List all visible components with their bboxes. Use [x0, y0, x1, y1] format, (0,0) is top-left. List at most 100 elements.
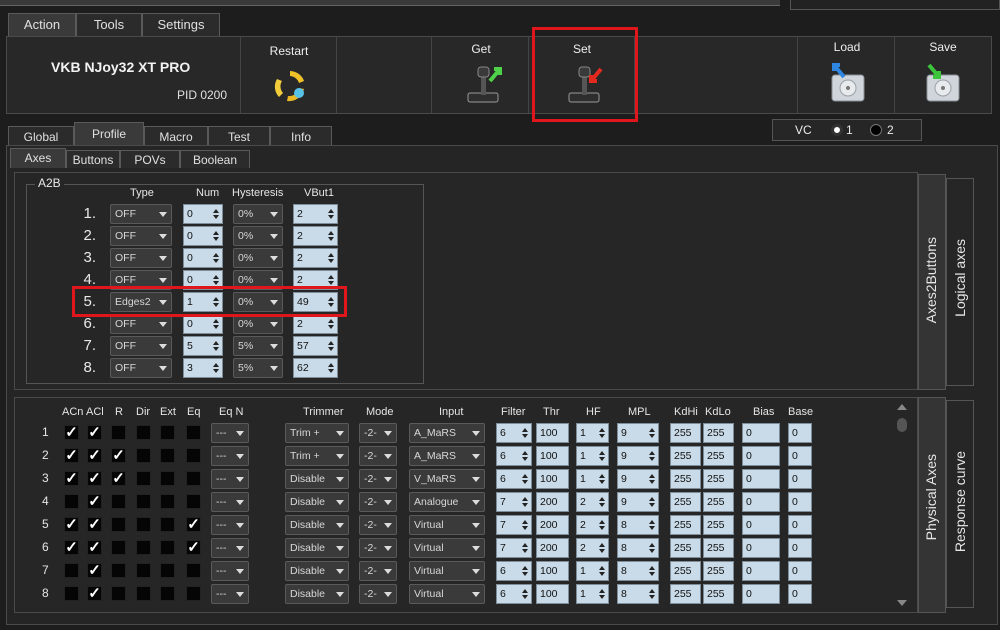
phys-input-dropdown[interactable]: Virtual — [409, 561, 485, 581]
phys-mpl-stepper[interactable]: 8 — [617, 515, 659, 535]
phys-base-field[interactable]: 0 — [788, 515, 812, 535]
phys-eqn-dropdown[interactable]: --- — [211, 469, 249, 489]
phys-kdhi-field[interactable]: 255 — [670, 469, 701, 489]
phys-hf-stepper[interactable]: 1 — [576, 469, 609, 489]
a2b-type-dropdown[interactable]: OFF — [110, 248, 172, 268]
phys-bias-field[interactable]: 0 — [742, 469, 780, 489]
phys-filter-stepper[interactable]: 7 — [496, 492, 532, 512]
phys-trimmer-dropdown[interactable]: Disable — [285, 515, 349, 535]
a2b-hysteresis-dropdown[interactable]: 0% — [233, 226, 283, 246]
phys-eqn-dropdown[interactable]: --- — [211, 515, 249, 535]
a2b-num-stepper[interactable]: 0 — [183, 204, 223, 224]
checkbox-acn-checked[interactable]: ✓ — [64, 425, 79, 440]
a2b-num-stepper-down-arrow-icon[interactable] — [213, 237, 219, 241]
checkbox-ext[interactable] — [160, 471, 175, 486]
subtab-axes[interactable]: Axes — [10, 148, 66, 168]
phys-hf-stepper[interactable]: 1 — [576, 561, 609, 581]
checkbox-dir[interactable] — [136, 471, 151, 486]
get-button[interactable]: Get — [431, 37, 529, 113]
phys-hf-stepper[interactable]: 1 — [576, 423, 609, 443]
phys-filter-stepper-down-arrow-icon[interactable] — [522, 503, 528, 507]
a2b-type-dropdown[interactable]: OFF — [110, 358, 172, 378]
a2b-vbut1-stepper-up-arrow-icon[interactable] — [328, 275, 334, 279]
phys-input-dropdown[interactable]: A_MaRS — [409, 423, 485, 443]
phys-hf-stepper-up-arrow-icon[interactable] — [599, 428, 605, 432]
phys-filter-stepper-up-arrow-icon[interactable] — [522, 428, 528, 432]
a2b-num-stepper-down-arrow-icon[interactable] — [213, 215, 219, 219]
phys-mode-dropdown[interactable]: -2- — [359, 469, 397, 489]
phys-input-dropdown[interactable]: Virtual — [409, 515, 485, 535]
phys-base-field[interactable]: 0 — [788, 469, 812, 489]
phys-filter-stepper-up-arrow-icon[interactable] — [522, 520, 528, 524]
phys-hf-stepper-up-arrow-icon[interactable] — [599, 497, 605, 501]
checkbox-dir[interactable] — [136, 448, 151, 463]
a2b-num-stepper[interactable]: 0 — [183, 248, 223, 268]
phys-hf-stepper-down-arrow-icon[interactable] — [599, 434, 605, 438]
checkbox-acl-checked[interactable]: ✓ — [87, 448, 102, 463]
phys-input-dropdown[interactable]: V_MaRS — [409, 469, 485, 489]
a2b-vbut1-stepper-down-arrow-icon[interactable] — [328, 259, 334, 263]
phys-kdlo-field[interactable]: 255 — [703, 538, 734, 558]
phys-mode-dropdown[interactable]: -2- — [359, 515, 397, 535]
phys-kdlo-field[interactable]: 255 — [703, 561, 734, 581]
checkbox-acn-checked[interactable]: ✓ — [64, 540, 79, 555]
checkbox-eq[interactable] — [186, 563, 201, 578]
checkbox-acn-checked[interactable]: ✓ — [64, 517, 79, 532]
phys-mpl-stepper-up-arrow-icon[interactable] — [649, 497, 655, 501]
phys-trimmer-dropdown[interactable]: Disable — [285, 584, 349, 604]
phys-hf-stepper-up-arrow-icon[interactable] — [599, 474, 605, 478]
phys-mpl-stepper-up-arrow-icon[interactable] — [649, 474, 655, 478]
phys-hf-stepper-down-arrow-icon[interactable] — [599, 457, 605, 461]
phys-base-field[interactable]: 0 — [788, 492, 812, 512]
phys-hf-stepper[interactable]: 1 — [576, 584, 609, 604]
checkbox-acn[interactable] — [64, 494, 79, 509]
phys-mode-dropdown[interactable]: -2- — [359, 492, 397, 512]
tab-settings[interactable]: Settings — [142, 13, 220, 37]
a2b-vbut1-stepper-up-arrow-icon[interactable] — [328, 319, 334, 323]
a2b-vbut1-stepper-up-arrow-icon[interactable] — [328, 231, 334, 235]
a2b-vbut1-stepper[interactable]: 2 — [293, 226, 338, 246]
vc-radio-1[interactable] — [831, 124, 843, 136]
phys-filter-stepper-down-arrow-icon[interactable] — [522, 595, 528, 599]
checkbox-r-checked[interactable]: ✓ — [111, 471, 126, 486]
a2b-hysteresis-dropdown[interactable]: 0% — [233, 248, 283, 268]
a2b-vbut1-stepper-down-arrow-icon[interactable] — [328, 237, 334, 241]
tab-profile[interactable]: Profile — [74, 122, 144, 146]
phys-filter-stepper[interactable]: 6 — [496, 423, 532, 443]
phys-mpl-stepper-down-arrow-icon[interactable] — [649, 434, 655, 438]
phys-mpl-stepper-down-arrow-icon[interactable] — [649, 572, 655, 576]
phys-hf-stepper-down-arrow-icon[interactable] — [599, 503, 605, 507]
checkbox-ext[interactable] — [160, 517, 175, 532]
phys-base-field[interactable]: 0 — [788, 584, 812, 604]
checkbox-eq-checked[interactable]: ✓ — [186, 540, 201, 555]
phys-bias-field[interactable]: 0 — [742, 492, 780, 512]
a2b-vbut1-stepper-down-arrow-icon[interactable] — [328, 347, 334, 351]
phys-eqn-dropdown[interactable]: --- — [211, 446, 249, 466]
checkbox-r[interactable] — [111, 563, 126, 578]
checkbox-r[interactable] — [111, 517, 126, 532]
checkbox-r-checked[interactable]: ✓ — [111, 448, 126, 463]
phys-mpl-stepper[interactable]: 9 — [617, 423, 659, 443]
subtab-povs[interactable]: POVs — [120, 150, 180, 168]
tab-tools[interactable]: Tools — [76, 13, 142, 37]
a2b-num-stepper[interactable]: 5 — [183, 336, 223, 356]
checkbox-acl-checked[interactable]: ✓ — [87, 586, 102, 601]
checkbox-dir[interactable] — [136, 540, 151, 555]
phys-mpl-stepper-up-arrow-icon[interactable] — [649, 543, 655, 547]
tab-macro[interactable]: Macro — [144, 126, 208, 146]
a2b-num-stepper-up-arrow-icon[interactable] — [213, 341, 219, 345]
a2b-vbut1-stepper-down-arrow-icon[interactable] — [328, 325, 334, 329]
phys-mpl-stepper-up-arrow-icon[interactable] — [649, 428, 655, 432]
checkbox-eq[interactable] — [186, 494, 201, 509]
phys-thr-field[interactable]: 200 — [536, 515, 569, 535]
phys-hf-stepper[interactable]: 2 — [576, 492, 609, 512]
phys-trimmer-dropdown[interactable]: Disable — [285, 469, 349, 489]
checkbox-ext[interactable] — [160, 540, 175, 555]
phys-bias-field[interactable]: 0 — [742, 561, 780, 581]
phys-input-dropdown[interactable]: A_MaRS — [409, 446, 485, 466]
phys-mpl-stepper-down-arrow-icon[interactable] — [649, 549, 655, 553]
tab-test[interactable]: Test — [208, 126, 270, 146]
phys-filter-stepper[interactable]: 7 — [496, 515, 532, 535]
phys-input-dropdown[interactable]: Virtual — [409, 584, 485, 604]
phys-filter-stepper-up-arrow-icon[interactable] — [522, 497, 528, 501]
